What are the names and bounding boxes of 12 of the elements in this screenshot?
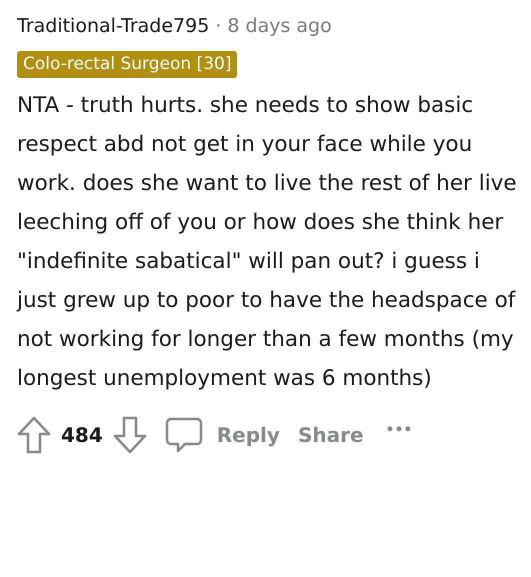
author-name[interactable]: Traditional-Trade795 xyxy=(17,12,210,40)
user-flair: Colo-rectal Surgeon [30] xyxy=(17,50,238,78)
more-button[interactable]: ••• xyxy=(386,420,412,440)
upvote-icon[interactable] xyxy=(17,416,51,454)
vote-score: 484 xyxy=(61,422,103,449)
downvote-icon[interactable] xyxy=(112,416,147,454)
comment-text: NTA - truth hurts. she needs to show basic respect abd not get in your face while you work. does she want to live the rest of her live leeching off of you or how does she think her "indefinite sabatical" will pan out? i guess i just grew up to poor to have the headspace of not working for longer than a few months (my longest unemployment was 6 months) xyxy=(17,92,518,393)
reply-button[interactable]: Reply xyxy=(212,420,284,450)
timestamp[interactable]: 8 days ago xyxy=(227,12,332,40)
share-button[interactable]: Share xyxy=(294,420,368,450)
comment-icon[interactable] xyxy=(164,416,203,454)
separator: · xyxy=(215,14,222,39)
